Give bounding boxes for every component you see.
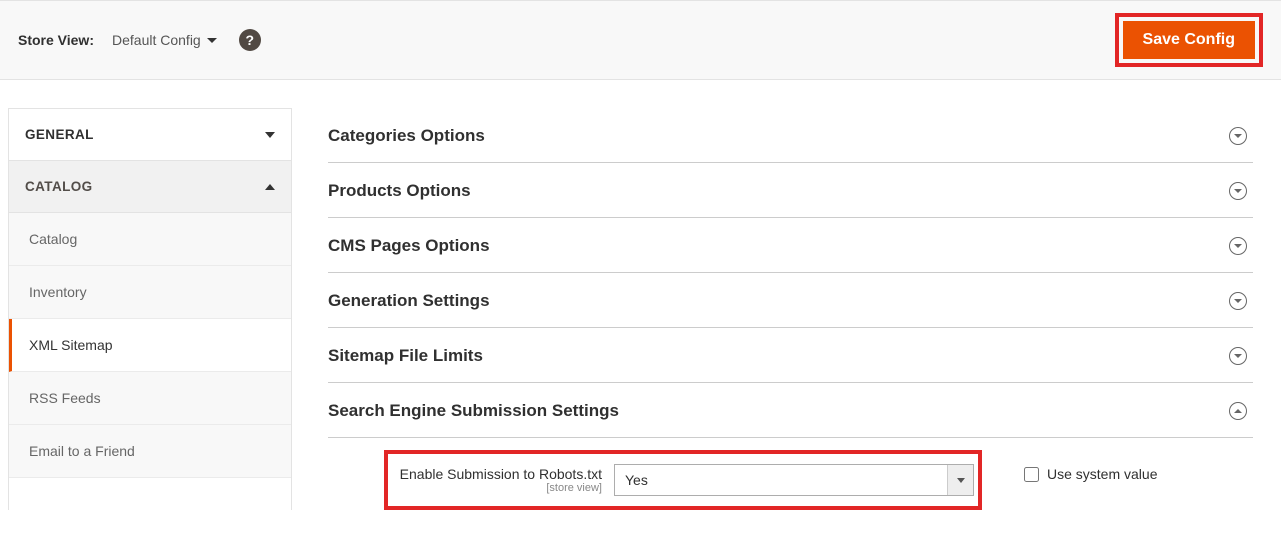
caret-down-icon [957,478,965,483]
section-title: Categories Options [328,126,485,146]
field-label: Enable Submission to Robots.txt [400,466,602,482]
chevron-up-icon [1234,409,1242,413]
main-layout: GENERAL CATALOG CatalogInventoryXML Site… [0,108,1281,510]
config-sidebar: GENERAL CATALOG CatalogInventoryXML Site… [8,108,292,510]
toggle-icon [1229,402,1247,420]
sidebar-items: CatalogInventoryXML SitemapRSS FeedsEmai… [9,213,291,478]
toggle-icon [1229,347,1247,365]
section-header[interactable]: Categories Options [328,108,1253,163]
chevron-down-icon [1234,134,1242,138]
save-highlight-box: Save Config [1115,13,1263,67]
sidebar-group-general[interactable]: GENERAL [9,109,291,161]
sidebar-group-catalog[interactable]: CATALOG [9,161,291,213]
chevron-down-icon [1234,244,1242,248]
chevron-down-icon [265,132,275,138]
section-title: CMS Pages Options [328,236,490,256]
store-view-switcher[interactable]: Default Config [112,32,217,48]
config-content: Categories Options Products Options CMS Pa… [292,108,1281,510]
section-title: Generation Settings [328,291,490,311]
section-title: Sitemap File Limits [328,346,483,366]
robots-select-value[interactable] [615,465,947,495]
chevron-down-icon [1234,189,1242,193]
sidebar-item[interactable]: Inventory [9,266,291,319]
field-highlight-box: Enable Submission to Robots.txt [store v… [384,450,982,510]
sidebar-group-label: CATALOG [25,179,93,194]
use-system-label: Use system value [1047,466,1157,482]
sidebar-item[interactable]: Catalog [9,213,291,266]
section-header[interactable]: Products Options [328,163,1253,218]
toggle-icon [1229,127,1247,145]
toggle-icon [1229,292,1247,310]
section-header[interactable]: Generation Settings [328,273,1253,328]
use-system-checkbox[interactable] [1024,467,1039,482]
toggle-icon [1229,237,1247,255]
section-header[interactable]: Sitemap File Limits [328,328,1253,383]
select-caret[interactable] [947,465,973,495]
chevron-up-icon [265,184,275,190]
field-scope: [store view] [388,482,602,494]
store-view-value: Default Config [112,32,201,48]
sidebar-item[interactable]: Email to a Friend [9,425,291,478]
robots-select[interactable] [614,464,974,496]
sidebar-group-label: GENERAL [25,127,94,142]
use-system-wrap: Use system value [1024,466,1157,482]
sidebar-item[interactable]: RSS Feeds [9,372,291,425]
caret-down-icon [207,38,217,43]
chevron-down-icon [1234,299,1242,303]
section-title: Products Options [328,181,471,201]
section-header[interactable]: CMS Pages Options [328,218,1253,273]
sidebar-item[interactable]: XML Sitemap [9,319,291,372]
chevron-down-icon [1234,354,1242,358]
store-view-label: Store View: [18,32,94,48]
section-header[interactable]: Search Engine Submission Settings [328,383,1253,438]
section-list: Categories Options Products Options CMS Pa… [328,108,1253,438]
field-row: Enable Submission to Robots.txt [store v… [328,438,1253,510]
field-label-wrap: Enable Submission to Robots.txt [store v… [388,466,614,494]
save-config-button[interactable]: Save Config [1123,21,1255,59]
help-icon[interactable]: ? [239,29,261,51]
toggle-icon [1229,182,1247,200]
section-title: Search Engine Submission Settings [328,401,619,421]
page-toolbar: Store View: Default Config ? Save Config [0,0,1281,80]
